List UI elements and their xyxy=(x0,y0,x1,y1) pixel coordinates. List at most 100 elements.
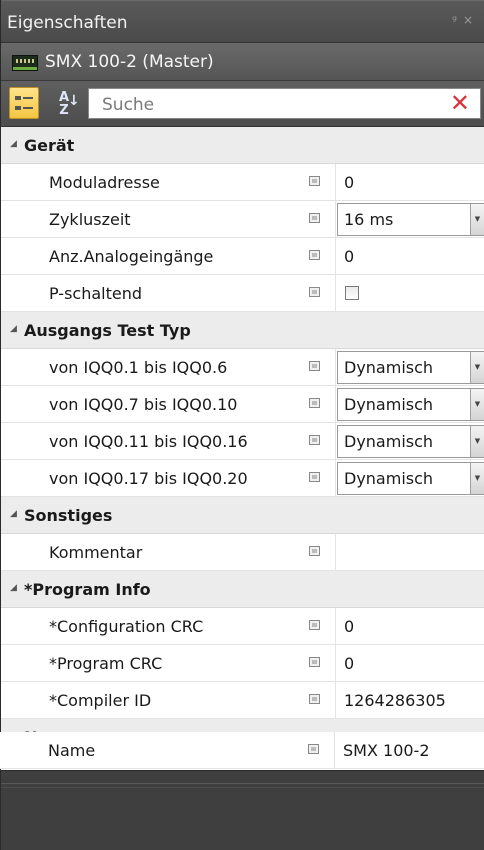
property-indicator-icon xyxy=(309,546,320,556)
category-program-info[interactable]: ◢ *Program Info xyxy=(1,571,484,608)
property-row-zykluszeit[interactable]: Zykluszeit 16 ms ▼ xyxy=(1,201,484,238)
property-label: von IQQ0.1 bis IQQ0.6 xyxy=(49,358,228,377)
footer-divider-secondary xyxy=(1,787,484,788)
panel-footer xyxy=(1,770,484,850)
window-controls[interactable]: ᵍ× xyxy=(452,13,479,27)
panel-titlebar: Eigenschaften ᵍ× xyxy=(1,0,484,43)
property-value[interactable]: 0 xyxy=(344,173,354,192)
dropdown-value: Dynamisch xyxy=(344,395,434,414)
categorized-icon xyxy=(15,94,33,112)
test-type-dropdown[interactable]: Dynamisch ▼ xyxy=(337,388,484,421)
property-row-configuration-crc[interactable]: *Configuration CRC 0 xyxy=(1,608,484,645)
property-value[interactable]: SMX 100-2 xyxy=(343,741,430,760)
search-input[interactable] xyxy=(89,89,429,118)
category-geraet[interactable]: ◢ Gerät xyxy=(1,127,484,164)
property-row-program-crc[interactable]: *Program CRC 0 xyxy=(1,645,484,682)
zykluszeit-dropdown[interactable]: 16 ms ▼ xyxy=(337,203,484,236)
property-indicator-icon xyxy=(309,176,320,186)
property-row-iqq-11-16[interactable]: von IQQ0.11 bis IQQ0.16 Dynamisch ▼ xyxy=(1,423,484,460)
column-divider xyxy=(335,608,336,645)
property-label: von IQQ0.17 bis IQQ0.20 xyxy=(49,469,248,488)
category-sonstiges[interactable]: ◢ Sonstiges xyxy=(1,497,484,534)
property-value[interactable]: 0 xyxy=(344,247,354,266)
property-value: 0 xyxy=(344,654,355,673)
category-ausgangs-test-typ[interactable]: ◢ Ausgangs Test Typ xyxy=(1,312,484,349)
property-label: von IQQ0.11 bis IQQ0.16 xyxy=(49,432,248,451)
category-label: Sonstiges xyxy=(24,506,113,525)
column-divider xyxy=(335,164,336,201)
property-row-pschaltend[interactable]: P-schaltend xyxy=(1,275,484,312)
dropdown-value: 16 ms xyxy=(344,210,394,229)
category-label: *Program Info xyxy=(24,580,151,599)
test-type-dropdown[interactable]: Dynamisch ▼ xyxy=(337,462,484,495)
object-header: SMX 100-2 (Master) xyxy=(1,43,484,81)
property-indicator-icon xyxy=(309,435,320,445)
dropdown-arrow-icon[interactable]: ▼ xyxy=(470,352,484,383)
property-label: *Configuration CRC xyxy=(49,617,204,636)
property-indicator-icon xyxy=(309,250,320,260)
test-type-dropdown[interactable]: Dynamisch ▼ xyxy=(337,425,484,458)
column-divider xyxy=(335,534,336,571)
property-indicator-icon xyxy=(308,744,319,754)
property-value: 1264286305 xyxy=(344,691,446,710)
properties-panel: Eigenschaften ᵍ× SMX 100-2 (Master) AZ ↓… xyxy=(0,0,484,850)
column-divider xyxy=(335,460,336,497)
pschaltend-checkbox[interactable] xyxy=(345,286,359,300)
dropdown-arrow-icon[interactable]: ▼ xyxy=(470,389,484,420)
property-indicator-icon xyxy=(309,694,320,704)
sort-arrow-icon: ↓ xyxy=(68,93,80,109)
property-indicator-icon xyxy=(309,287,320,297)
property-label: Anz.Analogeingänge xyxy=(49,247,214,266)
property-row-moduladresse[interactable]: Moduladresse 0 xyxy=(1,164,484,201)
module-icon xyxy=(12,55,38,71)
property-label: Zykluszeit xyxy=(49,210,131,229)
property-label: *Program CRC xyxy=(49,654,163,673)
alphabetical-sort-button[interactable]: AZ ↓ xyxy=(49,87,80,119)
property-indicator-icon xyxy=(309,620,320,630)
property-indicator-icon xyxy=(309,361,320,371)
property-row-compiler-id[interactable]: *Compiler ID 1264286305 xyxy=(1,682,484,719)
property-grid: ◢ Gerät Moduladresse 0 Zykluszeit 16 ms … xyxy=(1,127,484,770)
property-indicator-icon xyxy=(309,657,320,667)
property-label: P-schaltend xyxy=(49,284,143,303)
clear-search-icon[interactable]: ✕ xyxy=(450,90,470,117)
property-label: *Compiler ID xyxy=(49,691,152,710)
dropdown-value: Dynamisch xyxy=(344,469,434,488)
property-row-name[interactable]: Name SMX 100-2 xyxy=(0,732,484,769)
property-indicator-icon xyxy=(309,472,320,482)
property-row-analogeingaenge[interactable]: Anz.Analogeingänge 0 xyxy=(1,238,484,275)
dropdown-value: Dynamisch xyxy=(344,358,434,377)
dropdown-arrow-icon[interactable]: ▼ xyxy=(470,426,484,457)
column-divider xyxy=(335,682,336,719)
footer-divider xyxy=(1,783,484,784)
property-row-iqq-7-10[interactable]: von IQQ0.7 bis IQQ0.10 Dynamisch ▼ xyxy=(1,386,484,423)
column-divider xyxy=(335,645,336,682)
column-divider xyxy=(335,423,336,460)
property-label: Moduladresse xyxy=(49,173,160,192)
search-box[interactable]: ✕ xyxy=(88,88,481,119)
dropdown-value: Dynamisch xyxy=(344,432,434,451)
collapse-triangle-icon[interactable]: ◢ xyxy=(10,324,17,334)
property-row-kommentar[interactable]: Kommentar xyxy=(1,534,484,571)
property-value: 0 xyxy=(344,617,355,636)
test-type-dropdown[interactable]: Dynamisch ▼ xyxy=(337,351,484,384)
property-label: von IQQ0.7 bis IQQ0.10 xyxy=(49,395,238,414)
dropdown-arrow-icon[interactable]: ▼ xyxy=(470,463,484,494)
column-divider xyxy=(334,732,335,769)
collapse-triangle-icon[interactable]: ◢ xyxy=(10,583,17,593)
close-icon[interactable]: × xyxy=(463,13,479,27)
column-divider xyxy=(335,201,336,238)
column-divider xyxy=(335,349,336,386)
category-label: Gerät xyxy=(24,136,75,155)
property-row-iqq-1-6[interactable]: von IQQ0.1 bis IQQ0.6 Dynamisch ▼ xyxy=(1,349,484,386)
toolbar: AZ ↓ ✕ xyxy=(1,81,484,127)
dropdown-arrow-icon[interactable]: ▼ xyxy=(470,204,484,235)
categorized-view-button[interactable] xyxy=(9,87,39,119)
collapse-triangle-icon[interactable]: ◢ xyxy=(10,509,17,519)
property-label: Name xyxy=(48,741,96,760)
column-divider xyxy=(335,275,336,312)
category-label: Ausgangs Test Typ xyxy=(24,321,191,340)
property-row-iqq-17-20[interactable]: von IQQ0.17 bis IQQ0.20 Dynamisch ▼ xyxy=(1,460,484,497)
collapse-triangle-icon[interactable]: ◢ xyxy=(10,139,17,149)
pin-icon[interactable]: ᵍ xyxy=(452,13,463,27)
